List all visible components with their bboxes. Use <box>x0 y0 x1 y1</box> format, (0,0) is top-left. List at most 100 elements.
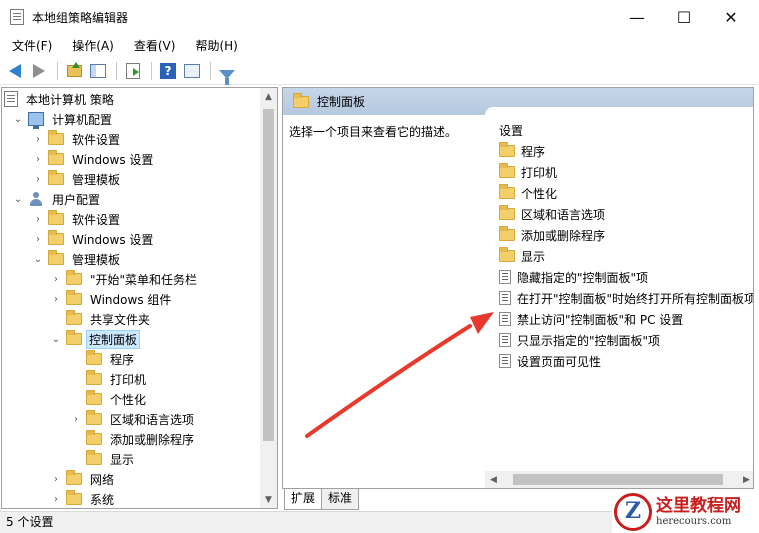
export-list-button[interactable] <box>122 60 144 82</box>
tree-item-label: 添加或删除程序 <box>110 432 195 447</box>
tree-item[interactable]: 打印机 <box>70 369 150 389</box>
scroll-right-icon[interactable]: ▶ <box>738 471 753 488</box>
menu-help[interactable]: 帮助(H) <box>185 35 247 57</box>
tree-item[interactable]: › Windows 设置 <box>32 149 157 169</box>
tree-item-label: 个性化 <box>110 392 147 407</box>
settings-list-item[interactable]: 隐藏指定的"控制面板"项 <box>499 267 648 287</box>
folder-icon <box>499 205 515 220</box>
details-scroll-thumb[interactable] <box>513 474 723 485</box>
tree-item[interactable]: ⌄ 控制面板 <box>50 329 141 349</box>
close-button[interactable]: ✕ <box>708 0 754 34</box>
tree-vertical-scrollbar[interactable]: ▲ ▼ <box>260 88 277 508</box>
settings-item-label: 只显示指定的"控制面板"项 <box>517 333 661 348</box>
tree-item[interactable]: › Windows 设置 <box>32 229 157 249</box>
maximize-button[interactable]: ☐ <box>661 0 707 34</box>
chevron-right-icon[interactable]: › <box>50 473 62 485</box>
chevron-right-icon[interactable]: › <box>50 293 62 305</box>
tree-item[interactable]: 程序 <box>70 349 138 369</box>
menu-file[interactable]: 文件(F) <box>2 35 62 57</box>
settings-list-item[interactable]: 在打开"控制面板"时始终打开所有控制面板项 <box>499 288 753 308</box>
setting-icon <box>499 354 511 368</box>
chevron-right-icon[interactable]: › <box>32 233 44 245</box>
description-text: 选择一个项目来查看它的描述。 <box>289 125 458 139</box>
settings-list-item[interactable]: 只显示指定的"控制面板"项 <box>499 330 660 350</box>
tree-item[interactable]: ⌄ 计算机配置 <box>12 109 116 129</box>
toolbar-separator <box>57 62 58 80</box>
toolbar-separator <box>210 62 211 80</box>
tree-item[interactable]: 显示 <box>70 449 138 469</box>
settings-item-label: 禁止访问"控制面板"和 PC 设置 <box>517 312 684 327</box>
minimize-button[interactable]: — <box>614 0 660 34</box>
chevron-right-icon[interactable]: › <box>70 413 82 425</box>
group-policy-app-icon <box>10 9 24 25</box>
chevron-right-icon[interactable]: › <box>32 213 44 225</box>
chevron-down-icon[interactable]: ⌄ <box>50 333 62 345</box>
chevron-right-icon[interactable]: › <box>32 133 44 145</box>
chevron-right-icon[interactable]: › <box>50 493 62 505</box>
tree-item[interactable]: › 系统 <box>50 489 118 508</box>
chevron-down-icon[interactable]: ⌄ <box>12 113 24 125</box>
tree-item[interactable]: › "开始"菜单和任务栏 <box>50 269 201 289</box>
details-header-title: 控制面板 <box>317 95 366 109</box>
tree-item-label: 网络 <box>90 472 115 487</box>
settings-list-item[interactable]: 打印机 <box>499 162 557 182</box>
export-icon <box>126 63 140 79</box>
help-button[interactable]: ? <box>157 60 179 82</box>
tree-scroll-thumb[interactable] <box>263 109 274 441</box>
menu-action[interactable]: 操作(A) <box>62 35 124 57</box>
settings-item-label: 区域和语言选项 <box>521 207 606 222</box>
details-horizontal-scrollbar[interactable]: ◀ ▶ <box>485 471 753 488</box>
tree-item-label: Windows 组件 <box>90 292 172 307</box>
folder-icon <box>499 226 515 241</box>
tree-item[interactable]: 个性化 <box>70 389 150 409</box>
tab-standard[interactable]: 标准 <box>321 489 360 510</box>
tree-item[interactable]: › 软件设置 <box>32 129 124 149</box>
chevron-right-icon[interactable]: › <box>50 273 62 285</box>
tree-item-label: 本地计算机 策略 <box>26 92 114 107</box>
tree-item[interactable]: › 管理模板 <box>32 169 124 189</box>
settings-list-item[interactable]: 区域和语言选项 <box>499 204 605 224</box>
show-hide-tree-button[interactable] <box>87 60 109 82</box>
scroll-down-icon[interactable]: ▼ <box>260 491 277 508</box>
chevron-down-icon[interactable]: ⌄ <box>32 253 44 265</box>
filter-button[interactable] <box>216 60 238 85</box>
folder-icon <box>48 130 64 145</box>
scroll-up-icon[interactable]: ▲ <box>260 88 277 105</box>
tree-item[interactable]: ⌄ 管理模板 <box>32 249 124 269</box>
settings-list-item[interactable]: 个性化 <box>499 183 557 203</box>
tree-item[interactable]: 本地计算机 策略 <box>4 89 118 109</box>
folder-icon <box>66 270 82 285</box>
tree-item[interactable]: 添加或删除程序 <box>70 429 198 449</box>
tree-item[interactable]: › 软件设置 <box>32 209 124 229</box>
settings-list-item[interactable]: 程序 <box>499 141 545 161</box>
forward-button[interactable] <box>28 60 50 82</box>
tree-item-label: 区域和语言选项 <box>110 412 195 427</box>
back-button[interactable] <box>4 60 26 82</box>
settings-list-item[interactable]: 显示 <box>499 246 545 266</box>
tab-extended[interactable]: 扩展 <box>284 489 323 510</box>
tree-item[interactable]: › Windows 组件 <box>50 289 175 309</box>
settings-list-item[interactable]: 设置页面可见性 <box>499 351 601 371</box>
tree-item-label: 软件设置 <box>72 212 121 227</box>
menu-view[interactable]: 查看(V) <box>124 35 186 57</box>
tree-item[interactable]: › 区域和语言选项 <box>70 409 198 429</box>
tree-item[interactable]: ⌄ 用户配置 <box>12 189 104 209</box>
folder-icon <box>499 142 515 157</box>
folder-icon <box>48 170 64 185</box>
tree-item-label: "开始"菜单和任务栏 <box>90 272 198 287</box>
settings-list-item[interactable]: 禁止访问"控制面板"和 PC 设置 <box>499 309 683 329</box>
chevron-right-icon[interactable]: › <box>32 173 44 185</box>
properties-button[interactable] <box>181 60 203 82</box>
settings-item-label: 个性化 <box>521 186 558 201</box>
window-title: 本地组策略编辑器 <box>32 11 129 25</box>
tree-item[interactable]: 共享文件夹 <box>50 309 154 329</box>
scroll-left-icon[interactable]: ◀ <box>485 471 502 488</box>
chevron-down-icon[interactable]: ⌄ <box>12 193 24 205</box>
settings-list-item[interactable]: 添加或删除程序 <box>499 225 605 245</box>
settings-column-header[interactable]: 设置 <box>499 122 523 139</box>
up-one-level-button[interactable] <box>63 60 85 82</box>
tree-item[interactable]: › 网络 <box>50 469 118 489</box>
settings-list: 设置 程序 打印机个性化区域和语言选项添加或删除程序 显示 隐藏指定的"控制面板"项在… <box>485 107 753 471</box>
chevron-right-icon[interactable]: › <box>32 153 44 165</box>
toolbar-separator <box>151 62 152 80</box>
